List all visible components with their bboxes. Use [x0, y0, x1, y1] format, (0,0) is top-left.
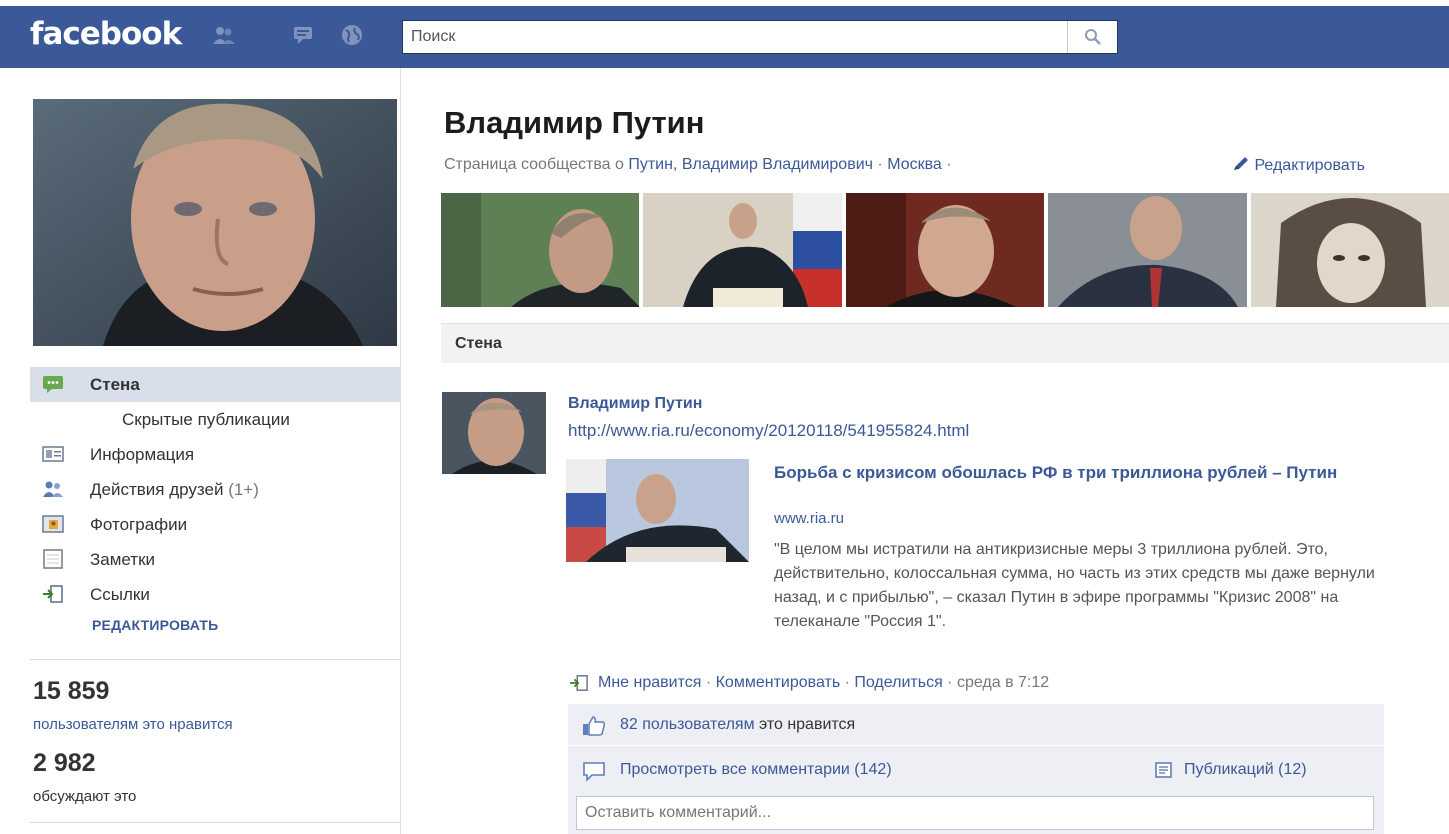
- sidebar-item-label: Заметки: [90, 549, 156, 569]
- talking-about-count: 2 982: [33, 749, 96, 777]
- sidebar-divider: [30, 822, 400, 823]
- wall-tab-label[interactable]: Стена: [455, 335, 502, 353]
- sidebar-item-label: Фотографии: [90, 514, 188, 534]
- likes-summary-text: 82 пользователям это нравится: [620, 716, 855, 734]
- sidebar-item-label: Информация: [90, 444, 195, 464]
- sidebar-item-wall[interactable]: Стена: [30, 367, 400, 402]
- sidebar-item-label: Стена: [90, 374, 140, 394]
- thumbs-up-icon: [583, 716, 606, 736]
- page-subline: Страница сообщества о Путин, Владимир Вл…: [444, 156, 952, 173]
- profile-photo-image: [33, 99, 397, 346]
- photo-thumbnail[interactable]: [441, 193, 640, 307]
- messages-icon[interactable]: [292, 24, 316, 46]
- sidebar-item-photos[interactable]: Фотографии: [30, 507, 400, 542]
- notes-icon: [43, 549, 63, 569]
- comment-input[interactable]: [577, 797, 1373, 829]
- post-action-bar: Мне нравится · Комментировать · Поделить…: [568, 674, 1049, 692]
- post-author-avatar[interactable]: [442, 392, 546, 474]
- wall-tab-bar: Стена: [441, 323, 1449, 363]
- talking-about-label: обсуждают это: [33, 788, 137, 805]
- comment-box[interactable]: [576, 796, 1374, 830]
- edit-sidebar-link[interactable]: РЕДАКТИРОВАТЬ: [92, 617, 218, 633]
- post-author-link[interactable]: Владимир Путин: [568, 395, 702, 413]
- photo-strip: [441, 193, 1449, 307]
- location-link[interactable]: Москва: [887, 156, 942, 173]
- edit-page-link[interactable]: Редактировать: [1232, 156, 1365, 175]
- post-url-link[interactable]: http://www.ria.ru/economy/20120118/54195…: [568, 421, 969, 441]
- like-button[interactable]: Мне нравится: [598, 674, 701, 692]
- column-divider: [400, 68, 401, 834]
- comment-button[interactable]: Комментировать: [716, 674, 841, 692]
- comments-row: Просмотреть все комментарии (142) Публик…: [568, 747, 1384, 793]
- search-box[interactable]: [402, 20, 1118, 54]
- wall-icon: [43, 376, 63, 393]
- share-button[interactable]: Поделиться: [854, 674, 942, 692]
- search-button[interactable]: [1067, 21, 1117, 53]
- attachment-thumbnail[interactable]: [566, 459, 749, 562]
- friend-requests-icon[interactable]: [212, 24, 236, 46]
- shares-icon: [1155, 762, 1172, 778]
- sidebar-divider: [30, 659, 400, 660]
- share-link-icon: [570, 675, 588, 691]
- sidebar-nav: Стена Скрытые публикации Информация Дейс…: [30, 367, 400, 612]
- post-timestamp[interactable]: среда в 7:12: [957, 674, 1049, 692]
- likes-label-link[interactable]: пользователям это нравится: [33, 716, 233, 733]
- attachment-domain-link[interactable]: www.ria.ru: [774, 510, 844, 527]
- info-icon: [42, 446, 64, 462]
- topic-link[interactable]: Путин, Владимир Владимирович: [628, 156, 873, 173]
- shares-link[interactable]: Публикаций (12): [1184, 761, 1307, 779]
- likes-suffix: это нравится: [759, 716, 856, 733]
- sidebar-item-label: Скрытые публикации: [122, 409, 290, 429]
- attachment-description: "В целом мы истратили на антикризисные м…: [774, 541, 1375, 630]
- links-icon: [43, 585, 63, 603]
- top-bar: facebook: [0, 0, 1449, 68]
- pencil-icon: [1234, 157, 1248, 170]
- profile-picture[interactable]: [33, 99, 397, 346]
- photo-thumbnail[interactable]: [643, 193, 842, 307]
- sidebar-item-label: Ссылки: [90, 584, 150, 604]
- search-input[interactable]: [403, 21, 1067, 53]
- sidebar-item-friends-activity[interactable]: Действия друзей (1+): [30, 472, 400, 507]
- sidebar-item-info[interactable]: Информация: [30, 437, 400, 472]
- likes-summary-row: 82 пользователям это нравится: [568, 704, 1384, 746]
- facebook-logo[interactable]: facebook: [30, 16, 182, 52]
- friends-activity-count: (1+): [228, 479, 259, 499]
- sidebar-item-hidden-posts[interactable]: Скрытые публикации: [30, 402, 400, 437]
- photo-thumbnail[interactable]: [845, 193, 1045, 307]
- likers-link[interactable]: 82 пользователям: [620, 716, 755, 733]
- sidebar-item-links[interactable]: Ссылки: [30, 577, 400, 612]
- view-all-comments-link[interactable]: Просмотреть все комментарии (142): [620, 761, 892, 779]
- search-icon: [1084, 29, 1101, 45]
- top-strip: [0, 0, 1449, 6]
- sidebar-item-label: Действия друзей (1+): [90, 479, 259, 499]
- photo-thumbnail[interactable]: [1048, 193, 1247, 307]
- photo-thumbnail[interactable]: [1250, 193, 1449, 307]
- subline-prefix: Страница сообщества о: [444, 156, 624, 173]
- friends-activity-icon: [43, 481, 63, 497]
- page-title: Владимир Путин: [444, 105, 705, 140]
- edit-page-label: Редактировать: [1254, 157, 1365, 174]
- photos-icon: [42, 515, 64, 533]
- likes-count: 15 859: [33, 677, 110, 705]
- notifications-globe-icon[interactable]: [340, 24, 364, 46]
- feedback-box: 82 пользователям это нравится Просмотрет…: [568, 704, 1384, 834]
- comment-bubble-icon: [583, 762, 605, 781]
- attachment-title-link[interactable]: Борьба с кризисом обошлась РФ в три трил…: [774, 462, 1374, 484]
- sidebar-item-notes[interactable]: Заметки: [30, 542, 400, 577]
